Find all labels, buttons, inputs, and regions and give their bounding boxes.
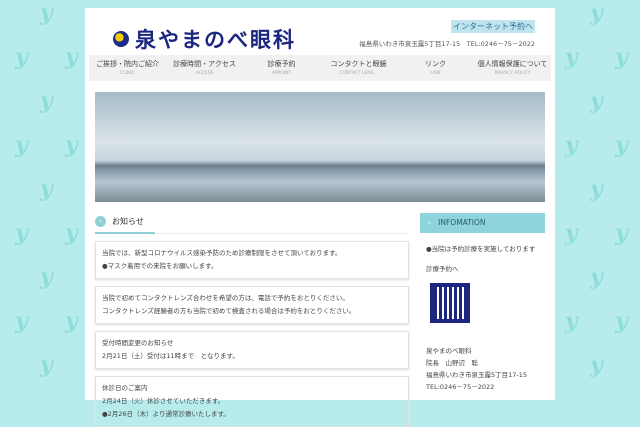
arrow-circle-icon: › (95, 216, 106, 227)
notice-line: 2月21日（土）受付は11時まで となります。 (102, 352, 239, 360)
news-section: › お知らせ 当院では、新型コロナウイルス感染予防のため診療制限をさせて頂いており… (95, 213, 409, 427)
pattern-glyph: y (40, 176, 53, 202)
pattern-glyph: y (65, 44, 78, 70)
notice-item: 受付時間変更のお知らせ 2月21日（土）受付は11時まで となります。 (95, 331, 409, 369)
nav-label: 個人情報保護について (477, 60, 548, 68)
pattern-glyph: y (40, 264, 53, 290)
nav-contact-lens[interactable]: コンタクトと眼鏡 CONTACT LENS... (320, 55, 397, 81)
pattern-glyph: y (40, 0, 53, 26)
pattern-glyph: y (615, 132, 628, 158)
notice-item: 当院で初めてコンタクトレンズ合わせを希望の方は、電話で予約をおとりください。 コン… (95, 286, 409, 324)
pattern-glyph: y (15, 308, 28, 334)
pattern-glyph: y (40, 352, 53, 378)
nav-clinic[interactable]: ご挨拶・院内ご紹介 CLINIC (89, 55, 166, 81)
chevron-right-icon: › (428, 218, 431, 227)
notice-item: 休診日のご案内 2月24日（火）休診させていただきます。 ●2月26日（木）より通常… (95, 376, 409, 427)
notice-line: 当院で初めてコンタクトレンズ合わせを希望の方は、電話で予約をおとりください。 (102, 294, 349, 302)
nav-sublabel: LINK (430, 71, 441, 76)
pattern-glyph: y (615, 220, 628, 246)
nav-sublabel: CONTACT LENS... (339, 71, 378, 76)
nav-sublabel: APPOINT (271, 71, 292, 76)
info-title: INFOMATION (438, 218, 486, 227)
logo[interactable]: 泉やまのべ眼科 (113, 24, 296, 54)
director: 院長 山野辺 聡 (426, 359, 478, 367)
notice-line: 当院では、新型コロナウイルス感染予防のため診療制限をさせて頂いております。 (102, 249, 342, 257)
nav-label: ご挨拶・院内ご紹介 (96, 60, 159, 68)
notice-line: ●マスク着用での来院をお願いします。 (102, 262, 218, 270)
nav-label: 診療予約 (267, 60, 296, 68)
pattern-glyph: y (40, 88, 53, 114)
nav-label: 診療時間・アクセス (173, 60, 236, 68)
nav-sublabel: CLINIC (120, 71, 135, 76)
hero-image (95, 92, 545, 202)
news-heading: › お知らせ (95, 213, 409, 234)
pattern-glyph: y (615, 44, 628, 70)
nav-label: リンク (425, 60, 446, 68)
pattern-glyph: y (565, 44, 578, 70)
main-nav: ご挨拶・院内ご紹介 CLINIC 診療時間・アクセス ACCESS 診療予約 APPO… (89, 55, 551, 81)
header-address: 福島県いわき市泉玉露5丁目17-15 TEL:0246－75－2022 (359, 40, 535, 48)
nav-label: コンタクトと眼鏡 (330, 60, 387, 68)
pattern-glyph: y (590, 264, 603, 290)
nav-privacy[interactable]: 個人情報保護について PRIVACY POLICY (474, 55, 551, 81)
nav-sublabel: PRIVACY POLICY (494, 71, 531, 76)
info-heading: › INFOMATION (420, 213, 545, 233)
pattern-glyph: y (590, 0, 603, 26)
pattern-glyph: y (590, 176, 603, 202)
internet-booking-link[interactable]: インターネット予約へ (451, 20, 535, 33)
pattern-glyph: y (15, 220, 28, 246)
pattern-glyph: y (65, 132, 78, 158)
qr-code-icon[interactable] (429, 282, 471, 324)
pattern-glyph: y (65, 220, 78, 246)
news-title: お知らせ (112, 217, 144, 226)
notice-line: コンタクトレンズ経験者の方も当院で初めて検査される場合は予約をおとりください。 (102, 307, 356, 315)
pattern-glyph: y (565, 132, 578, 158)
pattern-glyph: y (65, 308, 78, 334)
notice-item: 当院では、新型コロナウイルス感染予防のため診療制限をさせて頂いております。 ●マス… (95, 241, 409, 279)
pattern-glyph: y (590, 352, 603, 378)
info-note: ●当院は予約診療を実施しております (426, 245, 536, 253)
notice-line: 2月24日（火）休診させていただきます。 (102, 397, 225, 405)
logo-text: 泉やまのべ眼科 (135, 27, 296, 52)
booking-link[interactable]: 診療予約へ (426, 263, 539, 273)
notice-line: ●2月26日（木）より通常診療いたします。 (102, 410, 230, 418)
pattern-glyph: y (615, 308, 628, 334)
pattern-glyph: y (15, 44, 28, 70)
clinic-address: 福島県いわき市泉玉露5丁目17-15 (426, 371, 528, 379)
pattern-glyph: y (590, 88, 603, 114)
notice-line: 受付時間変更のお知らせ (102, 339, 174, 347)
pattern-glyph: y (15, 132, 28, 158)
clinic-tel: TEL:0246－75－2022 (426, 383, 495, 391)
pattern-glyph: y (565, 220, 578, 246)
info-sidebar: › INFOMATION ●当院は予約診療を実施しております 診療予約へ 泉やま… (420, 213, 545, 393)
clinic-name: 泉やまのべ眼科 (426, 347, 472, 355)
nav-appoint[interactable]: 診療予約 APPOINT (243, 55, 320, 81)
clinic-info: 泉やまのべ眼科 院長 山野辺 聡 福島県いわき市泉玉露5丁目17-15 TEL:… (426, 345, 539, 393)
logo-mark-icon (113, 31, 129, 47)
pattern-glyph: y (565, 308, 578, 334)
nav-link[interactable]: リンク LINK (397, 55, 474, 81)
notice-line: 休診日のご案内 (102, 384, 148, 392)
page: 泉やまのべ眼科 インターネット予約へ 福島県いわき市泉玉露5丁目17-15 TE… (85, 8, 555, 427)
nav-sublabel: ACCESS (195, 71, 214, 76)
nav-access[interactable]: 診療時間・アクセス ACCESS (166, 55, 243, 81)
